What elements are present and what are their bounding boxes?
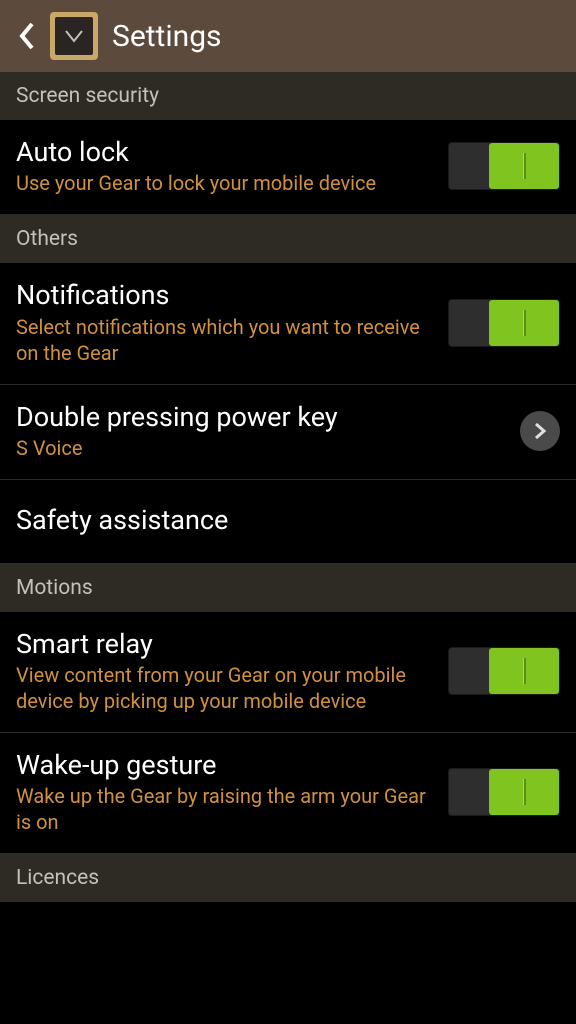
toggle-knob	[489, 769, 559, 815]
toggle-auto-lock[interactable]	[448, 142, 560, 190]
toggle-indicator-icon	[523, 658, 526, 684]
item-subtitle: Wake up the Gear by raising the arm your…	[16, 783, 436, 835]
app-header: Settings	[0, 0, 576, 72]
item-auto-lock[interactable]: Auto lock Use your Gear to lock your mob…	[0, 120, 576, 215]
item-subtitle: Use your Gear to lock your mobile device	[16, 170, 436, 196]
item-subtitle: S Voice	[16, 435, 508, 461]
item-subtitle: Select notifications which you want to r…	[16, 314, 436, 366]
toggle-wake-up[interactable]	[448, 768, 560, 816]
item-double-press[interactable]: Double pressing power key S Voice	[0, 385, 576, 480]
item-text: Safety assistance	[16, 504, 560, 538]
toggle-knob	[489, 143, 559, 189]
item-subtitle: View content from your Gear on your mobi…	[16, 662, 436, 714]
section-licences: Licences	[0, 854, 576, 902]
toggle-indicator-icon	[523, 310, 526, 336]
section-others: Others	[0, 215, 576, 263]
app-icon	[50, 12, 98, 60]
toggle-notifications[interactable]	[448, 299, 560, 347]
item-text: Smart relay View content from your Gear …	[16, 628, 448, 714]
item-notifications[interactable]: Notifications Select notifications which…	[0, 263, 576, 384]
chevron-left-icon	[16, 20, 36, 52]
item-text: Double pressing power key S Voice	[16, 401, 520, 461]
item-title: Auto lock	[16, 136, 436, 168]
item-title: Notifications	[16, 279, 436, 311]
chevron-right-icon	[533, 421, 547, 441]
item-safety-assistance[interactable]: Safety assistance	[0, 480, 576, 563]
toggle-knob	[489, 300, 559, 346]
back-button[interactable]	[10, 20, 42, 52]
item-title: Safety assistance	[16, 504, 548, 536]
item-title: Smart relay	[16, 628, 436, 660]
page-title: Settings	[112, 19, 222, 54]
item-text: Wake-up gesture Wake up the Gear by rais…	[16, 749, 448, 835]
item-wake-up-gesture[interactable]: Wake-up gesture Wake up the Gear by rais…	[0, 733, 576, 854]
watch-face-icon	[61, 23, 87, 49]
chevron-right-button[interactable]	[520, 411, 560, 451]
toggle-indicator-icon	[523, 779, 526, 805]
item-text: Auto lock Use your Gear to lock your mob…	[16, 136, 448, 196]
item-title: Double pressing power key	[16, 401, 508, 433]
toggle-smart-relay[interactable]	[448, 647, 560, 695]
item-smart-relay[interactable]: Smart relay View content from your Gear …	[0, 612, 576, 733]
section-screen-security: Screen security	[0, 72, 576, 120]
section-motions: Motions	[0, 564, 576, 612]
item-text: Notifications Select notifications which…	[16, 279, 448, 365]
toggle-knob	[489, 648, 559, 694]
toggle-indicator-icon	[523, 153, 526, 179]
item-title: Wake-up gesture	[16, 749, 436, 781]
